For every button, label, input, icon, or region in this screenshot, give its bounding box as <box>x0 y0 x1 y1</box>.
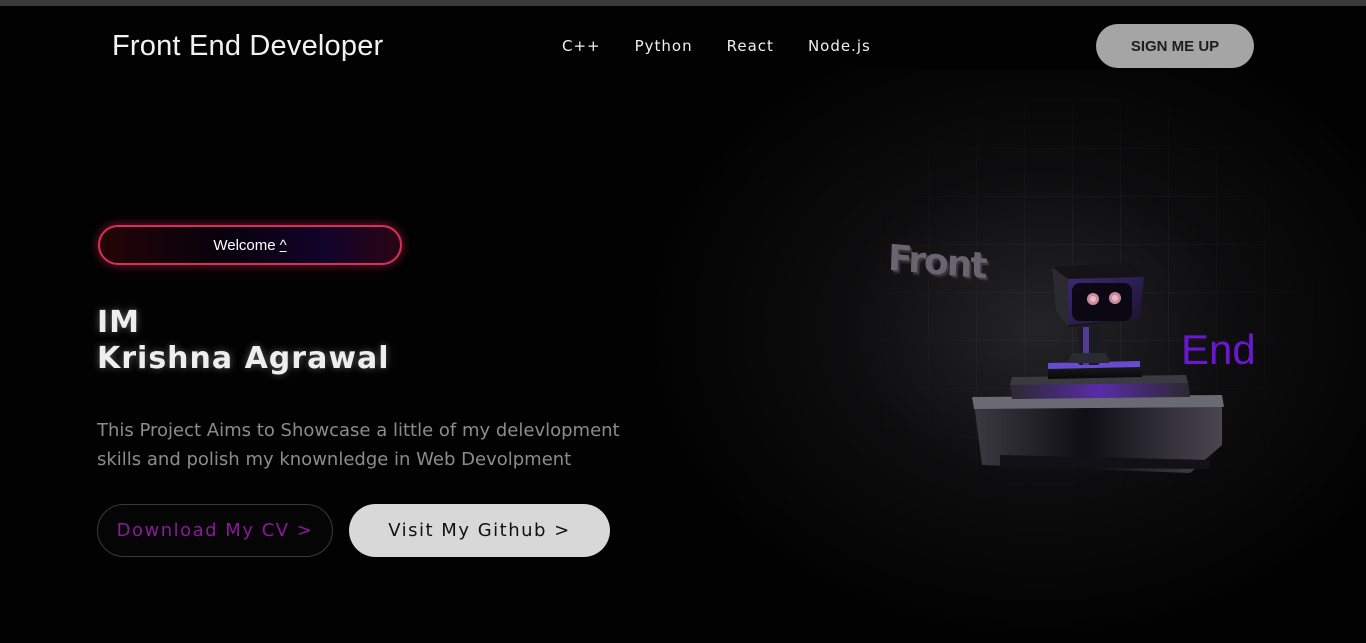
caret-up-icon: ^ <box>279 236 287 254</box>
download-cv-button[interactable]: Download My CV > <box>97 504 333 557</box>
hero-heading-name: Krishna Agrawal <box>97 341 390 376</box>
nav-link-python[interactable]: Python <box>635 37 693 55</box>
landing-page: Front End Developer C++ Python React Nod… <box>0 0 1366 643</box>
hero-description: This Project Aims to Showcase a little o… <box>97 420 620 470</box>
welcome-text: Welcome <box>213 236 276 254</box>
scene-word-front: Front <box>887 237 987 288</box>
main-nav: C++ Python React Node.js <box>562 37 871 55</box>
sign-up-button[interactable]: SIGN ME UP <box>1096 24 1254 68</box>
visit-github-button[interactable]: Visit My Github > <box>349 504 610 557</box>
welcome-badge: Welcome ^ <box>98 225 402 265</box>
hero-heading: IM Krishna Agrawal <box>97 305 390 377</box>
nav-link-react[interactable]: React <box>727 37 774 55</box>
robot-icon <box>972 263 1224 473</box>
nav-link-nodejs[interactable]: Node.js <box>808 37 871 55</box>
site-logo[interactable]: Front End Developer <box>112 30 383 63</box>
browser-top-border <box>0 0 1366 6</box>
hero-heading-line1: IM <box>97 305 141 340</box>
scene-word-end: End <box>1181 326 1256 373</box>
nav-link-cpp[interactable]: C++ <box>562 37 601 55</box>
